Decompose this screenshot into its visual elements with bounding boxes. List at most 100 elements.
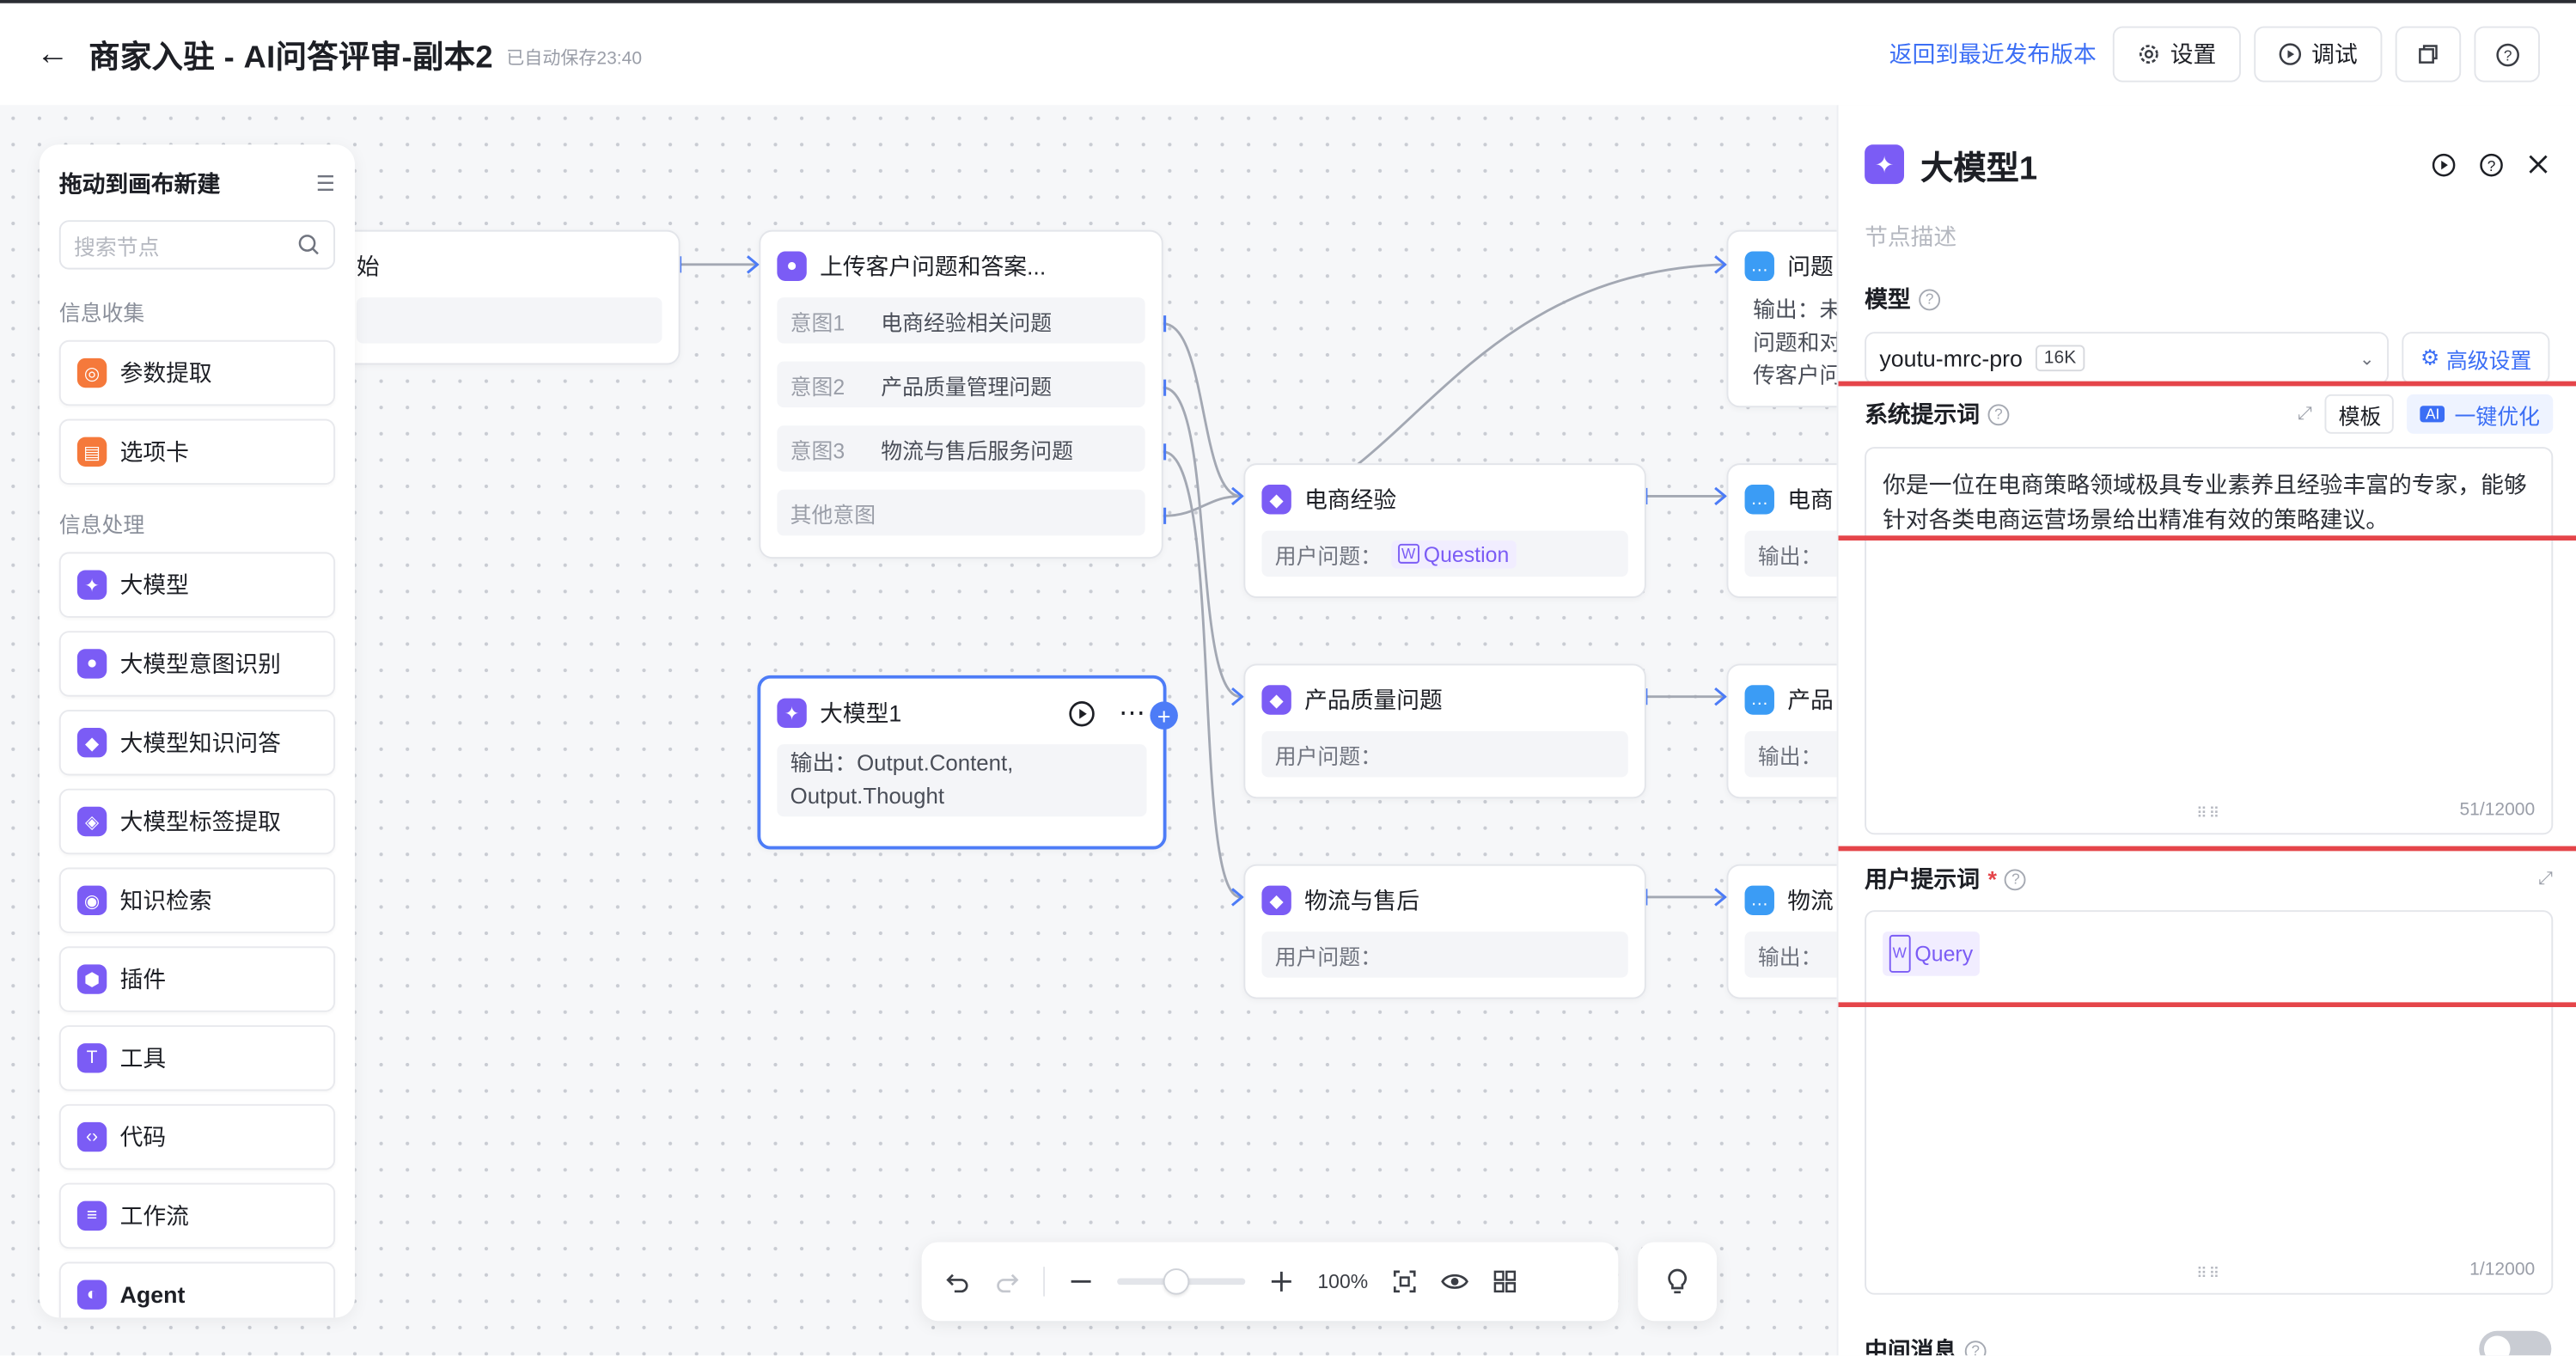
field-label: 用户问题： (1274, 944, 1383, 969)
reply-icon: … (1744, 685, 1774, 715)
zoom-out-icon[interactable] (1068, 1268, 1095, 1295)
redo-icon[interactable] (994, 1268, 1021, 1295)
item-label: 大模型 (119, 571, 189, 598)
help-icon[interactable]: ? (1919, 288, 1941, 310)
item-label: 大模型标签提取 (119, 808, 281, 835)
library-item-tool[interactable]: T 工具 (58, 1025, 336, 1091)
ecom-node[interactable]: ◆ 电商经验 用户问题： W Question (1243, 463, 1646, 598)
settings-button[interactable]: 设置 (2112, 26, 2241, 82)
library-item-agent[interactable]: ◐ Agent (58, 1261, 336, 1318)
help-icon: ? (2494, 42, 2519, 67)
quality-node[interactable]: ◆ 产品质量问题 用户问题： (1243, 663, 1646, 799)
header-actions: 返回到最近发布版本 设置 调试 ? (1889, 26, 2540, 82)
llm-icon: ✦ (777, 698, 807, 729)
help-button[interactable]: ? (2474, 26, 2540, 82)
section-title: 信息处理 (58, 512, 145, 538)
library-item-option-card[interactable]: ▤ 选项卡 (58, 418, 336, 486)
item-label: 大模型意图识别 (119, 651, 281, 677)
ai-icon: AI (2420, 406, 2445, 423)
run-node-icon[interactable] (1068, 699, 1096, 728)
run-icon[interactable] (2432, 152, 2457, 177)
resize-handle-icon[interactable]: ⠿⠿ (2196, 805, 2221, 823)
help-icon[interactable]: ? (1964, 1340, 1987, 1356)
intent-value: 产品质量管理问题 (881, 373, 1053, 399)
help-icon[interactable]: ? (1987, 403, 2010, 425)
app-window: ← 商家入驻 - AI问答评审-副本2 已自动保存23:40 返回到最近发布版本… (0, 0, 2576, 1356)
llm1-node[interactable]: ✦ 大模型1 ⋯ 输出：Output.Content, Output.Thoug… (757, 675, 1178, 850)
library-item-param-extract[interactable]: ◎ 参数提取 (58, 339, 336, 406)
library-item-plugin[interactable]: ⬢ 插件 (58, 946, 336, 1012)
revert-link[interactable]: 返回到最近发布版本 (1889, 38, 2097, 70)
edge-intent1-ecom (1163, 322, 1241, 498)
item-label: 代码 (119, 1123, 167, 1151)
node-title: 物流与售后 (1304, 887, 1419, 914)
copy-button[interactable] (2395, 26, 2462, 82)
node-config-panel: ✦ 大模型1 ? 节点描述 模型? youtu-mrc-pro 16K ⌄ ⚙ … (1836, 105, 2576, 1356)
intent-icon: ● (76, 649, 107, 679)
logistics-node[interactable]: ◆ 物流与售后 用户问题： (1243, 864, 1646, 999)
back-arrow-icon[interactable]: ← (36, 38, 69, 70)
tips-button[interactable] (1638, 1242, 1718, 1322)
panel-tools: ? (2432, 152, 2550, 177)
help-icon[interactable]: ? (2005, 868, 2027, 890)
item-label: 知识检索 (119, 887, 212, 914)
library-header: 拖动到画布新建 ☰ (59, 168, 335, 200)
search-icon (297, 234, 320, 257)
template-button[interactable]: 模板 (2325, 394, 2395, 434)
library-item-knowledge-search[interactable]: ◉ 知识检索 (58, 867, 336, 934)
undo-icon[interactable] (944, 1268, 971, 1295)
library-item-code[interactable]: ‹› 代码 (58, 1103, 336, 1170)
edge-ecom-r1 (1356, 263, 1724, 467)
variable-name: Question (1423, 541, 1510, 566)
model-select[interactable]: youtu-mrc-pro 16K ⌄ (1865, 332, 2390, 385)
optimize-button[interactable]: AI 一键优化 (2407, 394, 2554, 434)
expand-icon[interactable]: ⤢ (2538, 868, 2553, 889)
item-label: 工具 (119, 1045, 167, 1072)
option-card-icon: ▤ (76, 437, 107, 467)
workflow-icon: ≡ (76, 1200, 107, 1231)
library-item-intent[interactable]: ● 大模型意图识别 (58, 631, 336, 697)
middle-message-toggle[interactable] (2479, 1330, 2552, 1356)
zoom-in-icon[interactable] (1268, 1268, 1295, 1295)
library-item-llm[interactable]: ✦ 大模型 (58, 552, 336, 618)
variable-name: Query (1914, 941, 1974, 967)
fit-view-icon[interactable] (1391, 1268, 1418, 1295)
advanced-settings-button[interactable]: ⚙ 高级设置 (2402, 332, 2550, 385)
close-icon[interactable] (2527, 153, 2550, 176)
intent-key: 意图1 (790, 309, 845, 335)
node-row (356, 297, 662, 344)
system-prompt-editor[interactable]: 你是一位在电商策略领域极具专业素养且经验丰富的专家，能够针对各类电商运营场景给出… (1865, 447, 2554, 835)
debug-label: 调试 (2311, 40, 2358, 68)
node-description-input[interactable]: 节点描述 (1865, 220, 2549, 253)
library-item-tag-extract[interactable]: ◈ 大模型标签提取 (58, 788, 336, 855)
library-item-knowledge-qa[interactable]: ◆ 大模型知识问答 (58, 709, 336, 776)
model-value: youtu-mrc-pro (1879, 345, 2023, 372)
intent-value: 电商经验相关问题 (881, 309, 1053, 335)
chevron-down-icon: ⌄ (2359, 349, 2375, 370)
user-prompt-editor[interactable]: W Query ⠿⠿ 1/12000 (1865, 910, 2554, 1295)
zoom-slider[interactable] (1117, 1268, 1246, 1295)
knowledge-qa-icon: ◆ (1261, 885, 1291, 915)
variable-tag: W Question (1391, 540, 1516, 568)
add-node-icon[interactable]: + (1150, 701, 1178, 730)
search-placeholder: 搜索节点 (74, 234, 160, 260)
grid-icon[interactable] (1492, 1268, 1518, 1295)
panel-header: ✦ 大模型1 ? (1865, 105, 2549, 223)
eye-icon[interactable] (1440, 1268, 1468, 1295)
help-icon[interactable]: ? (2479, 152, 2504, 177)
char-count: 1/12000 (2469, 1260, 2536, 1280)
node-title: 始 (356, 253, 380, 280)
library-item-workflow[interactable]: ≡ 工作流 (58, 1182, 336, 1249)
debug-button[interactable]: 调试 (2254, 26, 2383, 82)
collapse-panel-icon[interactable]: ☰ (316, 171, 335, 198)
resize-handle-icon[interactable]: ⠿⠿ (2196, 1265, 2221, 1283)
node-title: 大模型1 (820, 699, 902, 727)
search-input[interactable]: 搜索节点 (58, 220, 336, 270)
expand-icon[interactable]: ⤢ (2298, 403, 2312, 425)
input-row: 用户问题： W Question (1261, 530, 1628, 577)
model-label-row: 模型? (1865, 283, 2549, 315)
intent-node[interactable]: ● 上传客户问题和答案... 意图1 电商经验相关问题 意图2 产品质量管理问题 意… (759, 229, 1163, 559)
more-icon[interactable]: ⋯ (1119, 697, 1147, 730)
slider-handle[interactable] (1163, 1268, 1190, 1295)
item-label: 参数提取 (119, 359, 212, 387)
